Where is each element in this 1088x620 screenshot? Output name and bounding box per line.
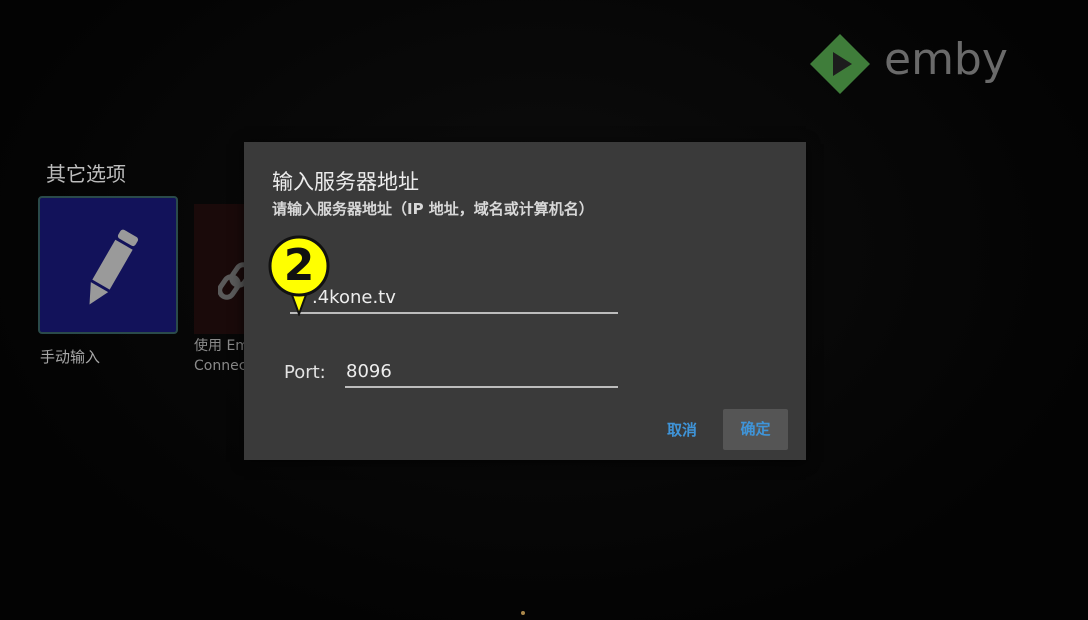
dialog-title: 输入服务器地址 [272, 170, 419, 194]
manual-entry-label: 手动输入 [40, 348, 101, 366]
emby-play-icon [810, 34, 870, 94]
emby-logo: emby [808, 32, 1038, 96]
cancel-button[interactable]: 取消 [656, 410, 708, 450]
port-label: Port: [284, 362, 326, 383]
pencil-icon [89, 229, 139, 305]
port-input[interactable]: 8096 [345, 358, 618, 388]
host-input[interactable]: .4kone.tv [290, 284, 618, 314]
annotation-number: 2 [283, 240, 315, 291]
screen: emby 其它选项 手动输入 使用 Em Connect 输入服务器地址 请输入… [0, 0, 1088, 620]
dialog-subtitle: 请输入服务器地址（IP 地址，域名或计算机名） [272, 200, 594, 218]
section-title: 其它选项 [46, 162, 126, 186]
manual-entry-tile[interactable] [38, 196, 178, 334]
logo-text: emby [884, 34, 1008, 85]
indicator-dot [521, 611, 525, 615]
ok-button[interactable]: 确定 [723, 409, 788, 450]
